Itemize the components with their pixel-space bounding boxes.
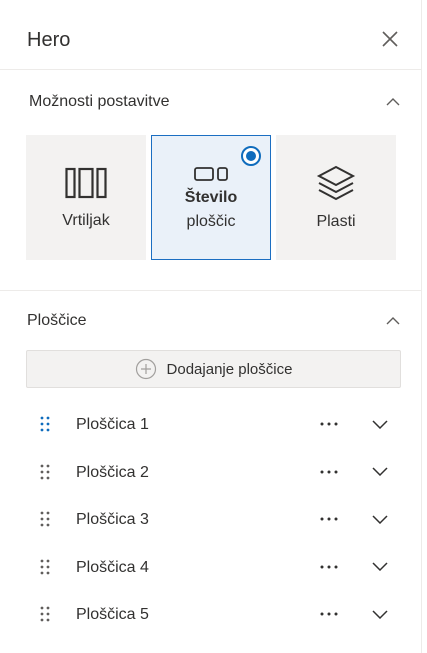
layout-section-title: Možnosti postavitve: [29, 93, 170, 110]
layout-option-label: Plasti: [316, 213, 356, 230]
chevron-down-icon: [372, 609, 388, 619]
drag-handle-icon[interactable]: [37, 510, 53, 528]
tile-label[interactable]: Ploščica 1: [76, 416, 149, 434]
drag-handle-icon[interactable]: [37, 463, 53, 481]
expand-tile-button[interactable]: [367, 508, 393, 530]
layout-option-layers[interactable]: Plasti: [276, 135, 396, 260]
more-icon: [320, 422, 338, 426]
section-divider: [0, 290, 421, 291]
more-icon: [320, 565, 338, 568]
hero-property-panel: Hero Možnosti postavitve Vrtiljak Števil…: [0, 0, 421, 653]
close-icon: [382, 31, 398, 47]
tile-label[interactable]: Ploščica 3: [76, 511, 149, 529]
expand-tile-button[interactable]: [367, 603, 393, 625]
more-options-button[interactable]: [314, 508, 344, 530]
more-icon: [320, 470, 338, 473]
tile-label[interactable]: Ploščica 2: [76, 464, 149, 482]
add-tile-label: Dodajanje ploščice: [166, 360, 293, 378]
tile-row: Ploščica 2: [0, 449, 421, 495]
expand-tile-button[interactable]: [367, 413, 393, 435]
tile-label[interactable]: Ploščica 5: [76, 606, 149, 624]
expand-tile-button[interactable]: [367, 461, 393, 483]
layout-section-header[interactable]: Možnosti postavitve: [0, 85, 421, 121]
more-options-button[interactable]: [314, 556, 344, 578]
add-tile-button[interactable]: Dodajanje ploščice: [26, 350, 401, 388]
more-options-button[interactable]: [314, 461, 344, 483]
drag-handle-icon[interactable]: [37, 558, 53, 576]
layout-option-label: Število: [184, 189, 238, 206]
more-icon: [320, 612, 338, 616]
expand-tile-button[interactable]: [367, 556, 393, 578]
scrollbar-track[interactable]: [421, 0, 427, 653]
panel-title: Hero: [27, 29, 71, 51]
layout-option-label: Vrtiljak: [62, 212, 110, 229]
more-options-button[interactable]: [314, 603, 344, 625]
tile-label[interactable]: Ploščica 4: [76, 559, 149, 577]
carousel-icon: [26, 167, 146, 199]
panel-header: Hero: [0, 0, 421, 70]
tiles-section-title: Ploščice: [27, 312, 87, 329]
tiles-icon: [152, 167, 270, 181]
layers-icon: [276, 163, 396, 203]
layout-option-tiles[interactable]: Število ploščic: [151, 135, 271, 260]
layout-option-carousel[interactable]: Vrtiljak: [26, 135, 146, 260]
tile-row: Ploščica 1: [0, 401, 421, 447]
chevron-down-icon: [372, 419, 388, 429]
close-button[interactable]: [375, 24, 405, 54]
chevron-up-icon: [386, 316, 400, 324]
selected-radio: [241, 146, 261, 166]
more-icon: [320, 517, 338, 521]
tiles-section-header[interactable]: Ploščice: [0, 304, 421, 340]
chevron-down-icon: [372, 514, 388, 524]
drag-handle-icon[interactable]: [37, 415, 53, 433]
drag-handle-icon[interactable]: [37, 605, 53, 623]
collapse-layout-button[interactable]: [380, 89, 406, 113]
layout-options: Vrtiljak Število ploščic Plasti: [26, 135, 396, 260]
collapse-tiles-button[interactable]: [380, 308, 406, 332]
chevron-down-icon: [372, 467, 388, 476]
layout-option-label: ploščic: [186, 213, 236, 230]
chevron-up-icon: [386, 97, 400, 105]
chevron-down-icon: [372, 562, 388, 571]
more-options-button[interactable]: [314, 413, 344, 435]
tile-row: Ploščica 5: [0, 591, 421, 637]
tile-row: Ploščica 3: [0, 496, 421, 542]
plus-circle-icon: [135, 358, 157, 380]
tile-row: Ploščica 4: [0, 544, 421, 590]
